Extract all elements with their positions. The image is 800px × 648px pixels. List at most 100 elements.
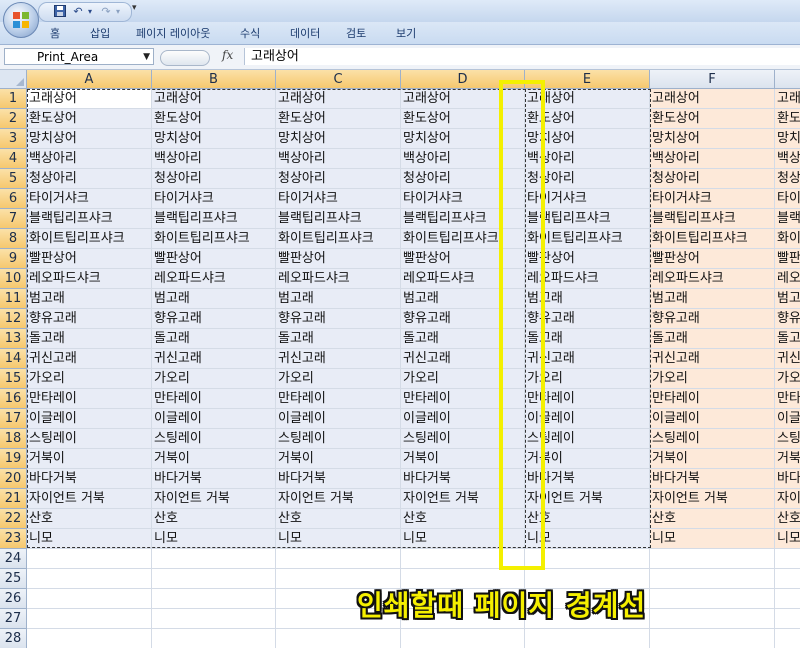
row-header[interactable]: 3 — [0, 129, 27, 149]
table-cell[interactable]: 망치상어 — [276, 129, 401, 149]
row-header[interactable]: 22 — [0, 509, 27, 529]
table-cell[interactable]: 니모 — [152, 529, 276, 549]
row-header[interactable]: 20 — [0, 469, 27, 489]
column-header[interactable]: C — [276, 70, 401, 89]
cell-area[interactable]: 고래상어 고래상어 고래상어 고래상어 고래상어 고래상어 고래상어환도상어 환도상어 환도상어… — [27, 89, 800, 648]
table-cell[interactable]: 레오파드샤크 — [152, 269, 276, 289]
table-cell[interactable]: 돌고래 — [401, 329, 525, 349]
table-cell[interactable]: 이글레이 — [775, 409, 800, 429]
table-cell[interactable]: 거북이 — [276, 449, 401, 469]
column-header[interactable]: F — [650, 70, 775, 89]
row-header[interactable]: 16 — [0, 389, 27, 409]
table-cell[interactable] — [152, 609, 276, 629]
row-header[interactable]: 15 — [0, 369, 27, 389]
table-cell[interactable]: 타이거샤크 — [775, 189, 800, 209]
table-cell[interactable]: 화이트팁리프샤크 — [775, 229, 800, 249]
table-cell[interactable]: 향유고래 — [775, 309, 800, 329]
table-cell[interactable]: 타이거샤크 — [27, 189, 152, 209]
tab-home[interactable]: 홈 — [50, 25, 60, 41]
table-cell[interactable]: 만타레이 — [650, 389, 775, 409]
table-cell[interactable]: 가오리 — [276, 369, 401, 389]
table-cell[interactable]: 청상아리 — [401, 169, 525, 189]
table-cell[interactable]: 범고래 — [152, 289, 276, 309]
table-cell[interactable] — [775, 569, 800, 589]
table-cell[interactable] — [27, 549, 152, 569]
column-header[interactable]: E — [525, 70, 650, 89]
table-cell[interactable]: 화이트팁리프샤크 — [401, 229, 525, 249]
row-header[interactable]: 8 — [0, 229, 27, 249]
row-header[interactable]: 11 — [0, 289, 27, 309]
table-cell[interactable]: 범고래 — [27, 289, 152, 309]
table-cell[interactable]: 귀신고래 — [775, 349, 800, 369]
table-cell[interactable]: 바다거북 — [401, 469, 525, 489]
row-header[interactable]: 1 — [0, 89, 27, 109]
table-cell[interactable]: 니모 — [525, 529, 650, 549]
table-cell[interactable]: 빨판상어 — [27, 249, 152, 269]
table-cell[interactable]: 범고래 — [525, 289, 650, 309]
table-cell[interactable]: 자이언트 거북 — [525, 489, 650, 509]
table-cell[interactable]: 환도상어 — [525, 109, 650, 129]
worksheet-grid[interactable]: ABCDEF 1 2 3 4 5 6 7 8 9 10 11 12 13 14 15 16 17 18 19 20 21… — [0, 70, 800, 648]
table-cell[interactable]: 거북이 — [152, 449, 276, 469]
table-cell[interactable]: 백상아리 — [650, 149, 775, 169]
row-header[interactable]: 13 — [0, 329, 27, 349]
insert-function-icon[interactable]: fx — [222, 48, 233, 62]
table-cell[interactable]: 고래상어 — [401, 89, 525, 109]
table-cell[interactable]: 니모 — [27, 529, 152, 549]
table-cell[interactable]: 백상아리 — [775, 149, 800, 169]
table-cell[interactable]: 자이언트 거북 — [276, 489, 401, 509]
table-cell[interactable]: 산호 — [401, 509, 525, 529]
table-cell[interactable]: 산호 — [525, 509, 650, 529]
table-cell[interactable] — [525, 549, 650, 569]
row-header[interactable]: 14 — [0, 349, 27, 369]
table-cell[interactable]: 고래상어 — [152, 89, 276, 109]
table-cell[interactable]: 스팅레이 — [775, 429, 800, 449]
formula-bar-splitter[interactable] — [160, 50, 210, 66]
table-cell[interactable]: 바다거북 — [152, 469, 276, 489]
table-cell[interactable]: 블랙팁리프샤크 — [152, 209, 276, 229]
table-cell[interactable]: 귀신고래 — [650, 349, 775, 369]
row-header[interactable]: 5 — [0, 169, 27, 189]
row-header[interactable]: 18 — [0, 429, 27, 449]
table-cell[interactable]: 환도상어 — [276, 109, 401, 129]
table-cell[interactable] — [152, 549, 276, 569]
table-cell[interactable] — [152, 569, 276, 589]
tab-data[interactable]: 데이터 — [290, 25, 320, 41]
table-cell[interactable]: 바다거북 — [775, 469, 800, 489]
row-header[interactable]: 24 — [0, 549, 27, 569]
table-cell[interactable]: 가오리 — [401, 369, 525, 389]
table-cell[interactable]: 망치상어 — [775, 129, 800, 149]
table-cell[interactable] — [650, 589, 775, 609]
table-cell[interactable]: 망치상어 — [152, 129, 276, 149]
table-cell[interactable]: 돌고래 — [650, 329, 775, 349]
formula-input[interactable]: 고래상어 — [244, 48, 800, 65]
table-cell[interactable]: 타이거샤크 — [152, 189, 276, 209]
table-cell[interactable]: 스팅레이 — [401, 429, 525, 449]
table-cell[interactable]: 스팅레이 — [525, 429, 650, 449]
table-cell[interactable]: 산호 — [650, 509, 775, 529]
tab-insert[interactable]: 삽입 — [90, 25, 110, 41]
row-header[interactable]: 6 — [0, 189, 27, 209]
table-cell[interactable] — [152, 589, 276, 609]
table-cell[interactable]: 자이언트 거북 — [650, 489, 775, 509]
table-cell[interactable]: 범고래 — [775, 289, 800, 309]
table-cell[interactable]: 만타레이 — [775, 389, 800, 409]
table-cell[interactable]: 이글레이 — [525, 409, 650, 429]
tab-formulas[interactable]: 수식 — [240, 25, 260, 41]
table-cell[interactable]: 고래상어 — [775, 89, 800, 109]
table-cell[interactable]: 망치상어 — [401, 129, 525, 149]
table-cell[interactable]: 망치상어 — [650, 129, 775, 149]
table-cell[interactable] — [775, 609, 800, 629]
table-cell[interactable]: 이글레이 — [401, 409, 525, 429]
table-cell[interactable]: 고래상어 — [525, 89, 650, 109]
table-cell[interactable]: 귀신고래 — [152, 349, 276, 369]
row-header[interactable]: 28 — [0, 629, 27, 648]
row-header[interactable]: 12 — [0, 309, 27, 329]
table-cell[interactable]: 돌고래 — [152, 329, 276, 349]
table-cell[interactable] — [650, 629, 775, 648]
row-header[interactable]: 26 — [0, 589, 27, 609]
table-cell[interactable]: 화이트팁리프샤크 — [650, 229, 775, 249]
column-header[interactable]: B — [152, 70, 276, 89]
table-cell[interactable]: 빨판상어 — [152, 249, 276, 269]
row-header[interactable]: 27 — [0, 609, 27, 629]
